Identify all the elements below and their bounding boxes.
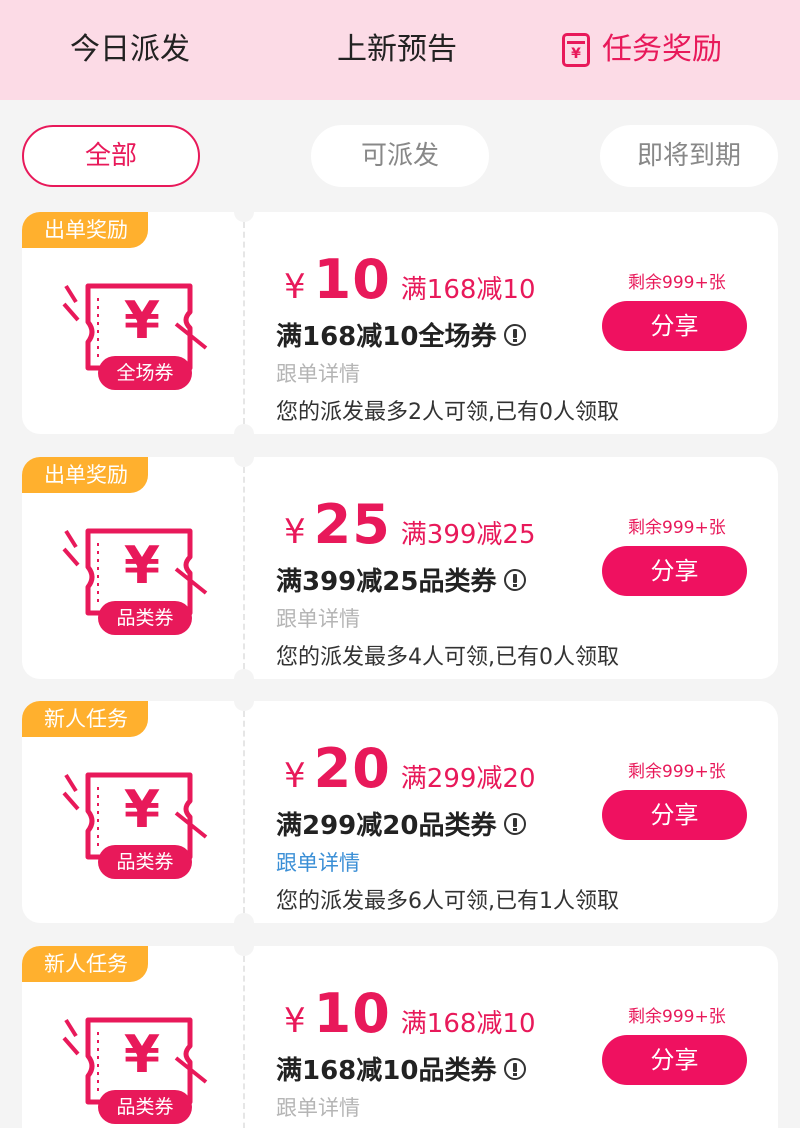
tab-label: 今日派发 (70, 32, 190, 67)
follow-details-link[interactable]: 跟单详情 (276, 847, 360, 877)
card-notch (234, 913, 254, 923)
reward-tag: 新人任务 (22, 946, 148, 982)
coupon-card: 新人任务 ¥ 品类券 ¥ 10 满168减10 满168减10品类券 跟单详情 … (22, 946, 778, 1128)
tab-today[interactable]: 今日派发 (70, 28, 190, 72)
follow-details-link[interactable]: 跟单详情 (276, 1092, 360, 1122)
distribution-limit: 您的派发最多6人可领,已有1人领取 (276, 889, 619, 914)
coupon-title: 满168减10全场券 (276, 316, 527, 353)
filter-expiring[interactable]: 即将到期 (600, 125, 778, 187)
coupon-ticket-icon: ¥ 品类券 (58, 509, 208, 637)
coupon-title-text: 满168减10全场券 (276, 322, 497, 352)
share-button[interactable]: 分享 (602, 301, 747, 351)
coupon-title: 满299减20品类券 (276, 805, 527, 842)
price-row: ¥ 10 满168减10 (284, 982, 536, 1045)
remaining-count: 剩余999+张 (628, 273, 726, 293)
coupon-ticket-icon: ¥ 品类券 (58, 998, 208, 1126)
coupon-ticket-icon: ¥ 品类券 (58, 753, 208, 881)
follow-details-link[interactable]: 跟单详情 (276, 358, 360, 388)
discount-condition: 满168减10 (400, 275, 536, 305)
distribution-limit: 您的派发最多2人可领,已有0人领取 (276, 400, 619, 425)
svg-text:¥: ¥ (124, 780, 160, 840)
remaining-count: 剩余999+张 (628, 1007, 726, 1027)
share-button[interactable]: 分享 (602, 1035, 747, 1085)
currency-symbol: ¥ (284, 1001, 306, 1041)
card-notch (234, 701, 254, 711)
remaining-count: 剩余999+张 (628, 518, 726, 538)
info-icon[interactable] (504, 323, 527, 346)
red-envelope-icon: ¥ (562, 33, 590, 67)
info-icon[interactable] (504, 812, 527, 835)
info-icon[interactable] (504, 568, 527, 591)
coupon-card: 出单奖励 ¥ 全场券 ¥ 10 满168减10 满168减10全场券 跟单详情 … (22, 212, 778, 434)
price-row: ¥ 20 满299减20 (284, 737, 536, 800)
tab-label: 上新预告 (337, 32, 457, 67)
coupon-type-badge: 品类券 (98, 1090, 192, 1124)
card-notch (234, 212, 254, 222)
card-notch (234, 424, 254, 434)
coupon-title: 满168减10品类券 (276, 1050, 527, 1087)
discount-condition: 满299减20 (400, 764, 536, 794)
currency-symbol: ¥ (284, 756, 306, 796)
card-notch (234, 669, 254, 679)
tab-preview[interactable]: 上新预告 (337, 28, 457, 72)
info-icon[interactable] (504, 1057, 527, 1080)
tab-label: 任务奖励 (602, 32, 722, 67)
follow-details-link[interactable]: 跟单详情 (276, 603, 360, 633)
currency-symbol: ¥ (284, 267, 306, 307)
discount-amount: 20 (313, 737, 391, 800)
coupon-type-badge: 全场券 (98, 356, 192, 390)
filter-bar: 全部 可派发 即将到期 (0, 125, 800, 189)
coupon-title-text: 满399减25品类券 (276, 567, 497, 597)
remaining-count: 剩余999+张 (628, 762, 726, 782)
reward-tag: 出单奖励 (22, 212, 148, 248)
card-divider (243, 222, 245, 424)
card-divider (243, 711, 245, 913)
svg-text:¥: ¥ (124, 1025, 160, 1085)
price-row: ¥ 25 满399减25 (284, 493, 536, 556)
filter-distributable[interactable]: 可派发 (311, 125, 489, 187)
coupon-type-badge: 品类券 (98, 601, 192, 635)
discount-amount: 10 (313, 982, 391, 1045)
filter-all[interactable]: 全部 (22, 125, 200, 187)
discount-condition: 满399减25 (400, 520, 536, 550)
coupon-card: 出单奖励 ¥ 品类券 ¥ 25 满399减25 满399减25品类券 跟单详情 … (22, 457, 778, 679)
share-button[interactable]: 分享 (602, 546, 747, 596)
card-notch (234, 457, 254, 467)
card-divider (243, 956, 245, 1128)
svg-text:¥: ¥ (124, 291, 160, 351)
price-row: ¥ 10 满168减10 (284, 248, 536, 311)
share-button[interactable]: 分享 (602, 790, 747, 840)
reward-tag: 新人任务 (22, 701, 148, 737)
discount-amount: 10 (313, 248, 391, 311)
reward-tag: 出单奖励 (22, 457, 148, 493)
coupon-title-text: 满168减10品类券 (276, 1056, 497, 1086)
top-nav: 今日派发 上新预告 ¥ 任务奖励 (0, 0, 800, 100)
discount-condition: 满168减10 (400, 1009, 536, 1039)
currency-symbol: ¥ (284, 512, 306, 552)
card-notch (234, 946, 254, 956)
coupon-ticket-icon: ¥ 全场券 (58, 264, 208, 392)
coupon-type-badge: 品类券 (98, 845, 192, 879)
discount-amount: 25 (313, 493, 391, 556)
tab-task-rewards[interactable]: ¥ 任务奖励 (562, 28, 722, 72)
coupon-title: 满399减25品类券 (276, 561, 527, 598)
card-divider (243, 467, 245, 669)
coupon-title-text: 满299减20品类券 (276, 811, 497, 841)
distribution-limit: 您的派发最多4人可领,已有0人领取 (276, 645, 619, 670)
svg-text:¥: ¥ (124, 536, 160, 596)
coupon-card: 新人任务 ¥ 品类券 ¥ 20 满299减20 满299减20品类券 跟单详情 … (22, 701, 778, 923)
